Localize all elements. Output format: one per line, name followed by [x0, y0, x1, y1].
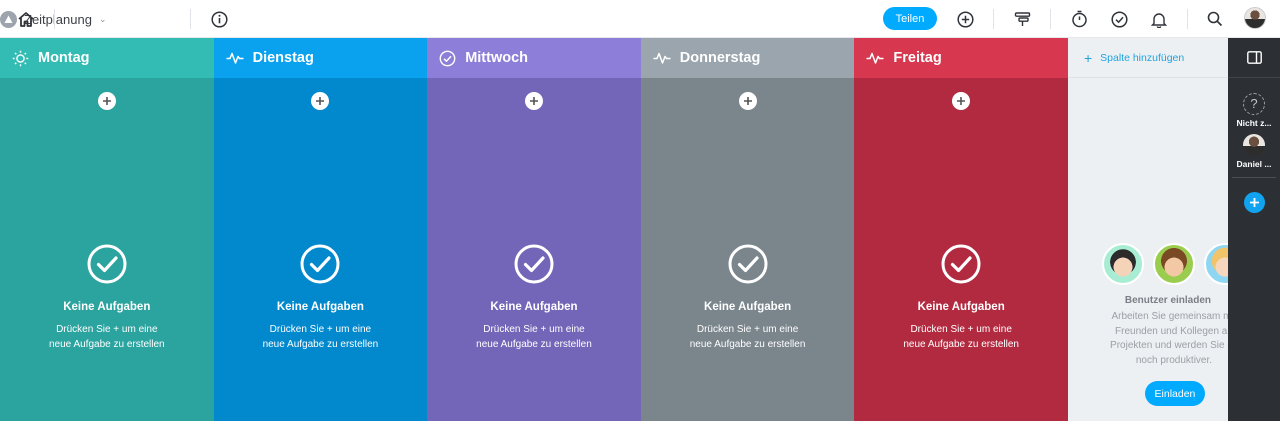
avatar: [1152, 243, 1195, 285]
sun-icon: [12, 50, 29, 66]
add-column-button[interactable]: + Spalte hinzufügen: [1067, 38, 1228, 78]
info-icon: [210, 10, 228, 28]
empty-state-title: Keine Aufgaben: [276, 301, 364, 313]
search-button[interactable]: [1204, 0, 1226, 38]
divider: [993, 9, 994, 29]
check-circle-icon: [439, 50, 456, 66]
column-header[interactable]: Dienstag: [213, 38, 428, 78]
column-title: Dienstag: [252, 50, 314, 66]
check-circle-icon: [941, 244, 981, 284]
completed-tasks-button[interactable]: [1108, 0, 1130, 38]
empty-state: Keine Aufgaben Drücken Sie + um eine neu…: [854, 244, 1068, 352]
timer-icon: [1071, 10, 1087, 28]
empty-state-description: Drücken Sie + um eine neue Aufgabe zu er…: [689, 324, 806, 350]
empty-state-title: Keine Aufgaben: [490, 301, 578, 313]
pulse-icon: [866, 52, 884, 64]
check-circle-icon: [300, 244, 340, 284]
invite-title: Benutzer einladen: [1124, 295, 1212, 306]
column-header[interactable]: Mittwoch: [427, 38, 641, 78]
add-icon: [956, 10, 974, 28]
empty-state: Keine Aufgaben Drücken Sie + um eine neu…: [0, 244, 214, 352]
check-circle-icon: [728, 244, 768, 284]
divider: [190, 9, 191, 29]
panel-toggle-icon: [1246, 51, 1262, 64]
column-title: Freitag: [893, 50, 942, 66]
user-avatar[interactable]: [1244, 7, 1266, 29]
user-name: Nicht z...: [1236, 118, 1272, 128]
invite-avatars: [1101, 243, 1228, 285]
divider: [1232, 177, 1276, 178]
sidebar-user-unassigned[interactable]: ? Nicht z...: [1228, 93, 1280, 128]
plus-icon: +: [1083, 49, 1093, 66]
check-circle-icon: [87, 244, 127, 284]
top-bar: Zeitplanung ⌄ Teilen: [0, 0, 1280, 38]
board: Montag Keine Aufgaben Drücken Sie + um e…: [0, 38, 1228, 421]
timeline-button[interactable]: [1011, 0, 1033, 38]
column-dienstag: Dienstag Keine Aufgaben Drücken Sie + um…: [213, 38, 428, 421]
pulse-icon: [653, 52, 671, 64]
check-icon: [1110, 10, 1128, 28]
add-task-button[interactable]: [952, 92, 971, 110]
column-title: Mittwoch: [465, 50, 529, 66]
check-circle-icon: [514, 244, 554, 284]
add-task-button[interactable]: [738, 92, 757, 110]
plus-icon: [743, 97, 752, 105]
column-header[interactable]: Donnerstag: [640, 38, 855, 78]
column-header[interactable]: Freitag: [854, 38, 1068, 78]
empty-state: Keine Aufgaben Drücken Sie + um eine neu…: [214, 244, 428, 352]
column-freitag: Freitag Keine Aufgaben Drücken Sie + um …: [854, 38, 1068, 421]
sidebar-toggle-button[interactable]: [1228, 38, 1280, 78]
pulse-icon: [226, 52, 244, 64]
info-button[interactable]: [208, 0, 230, 38]
sidebar-user-daniel[interactable]: Daniel ...: [1228, 134, 1280, 169]
invite-button[interactable]: Einladen: [1144, 381, 1205, 406]
plus-icon: [1250, 198, 1259, 207]
unassigned-icon: ?: [1243, 93, 1265, 115]
add-task-button[interactable]: [97, 92, 116, 110]
avatar: [1243, 134, 1265, 156]
add-task-button[interactable]: [311, 92, 330, 110]
column-mittwoch: Mittwoch Keine Aufgaben Drücken Sie + um…: [427, 38, 641, 421]
divider: [1050, 9, 1051, 29]
empty-state-description: Drücken Sie + um eine neue Aufgabe zu er…: [262, 324, 379, 350]
right-sidebar: ? Nicht z... Daniel ...: [1228, 38, 1280, 421]
divider: [54, 9, 55, 29]
empty-state-title: Keine Aufgaben: [63, 301, 151, 313]
share-button[interactable]: Teilen: [883, 7, 937, 30]
add-task-button[interactable]: [524, 92, 543, 110]
timer-button[interactable]: [1068, 0, 1090, 38]
empty-state-title: Keine Aufgaben: [917, 301, 1005, 313]
user-name: Daniel ...: [1236, 159, 1272, 169]
avatar: [1101, 243, 1144, 285]
avatar: [1203, 243, 1228, 285]
notifications-button[interactable]: [1148, 0, 1170, 38]
column-montag: Montag Keine Aufgaben Drücken Sie + um e…: [0, 38, 214, 421]
plus-icon: [957, 97, 966, 105]
add-user-button[interactable]: [1244, 192, 1265, 213]
invite-description: Arbeiten Sie gemeinsam mit Freunden und …: [1110, 311, 1228, 366]
column-donnerstag: Donnerstag Keine Aufgaben Drücken Sie + …: [640, 38, 855, 421]
bell-icon: [1151, 12, 1167, 28]
empty-state-title: Keine Aufgaben: [704, 301, 792, 313]
empty-state: Keine Aufgaben Drücken Sie + um eine neu…: [427, 244, 641, 352]
empty-state: Keine Aufgaben Drücken Sie + um eine neu…: [641, 244, 855, 352]
timeline-icon: [1014, 11, 1030, 26]
add-column-label: Spalte hinzufügen: [1100, 51, 1185, 64]
empty-state-description: Drücken Sie + um eine neue Aufgabe zu er…: [48, 324, 165, 350]
plus-icon: [316, 97, 325, 105]
search-icon: [1207, 11, 1223, 27]
column-header[interactable]: Montag: [0, 38, 214, 78]
add-column-panel: + Spalte hinzufügen Benutzer einladen Ar…: [1067, 38, 1228, 421]
plus-icon: [102, 97, 111, 105]
column-title: Montag: [38, 50, 90, 66]
empty-state-description: Drücken Sie + um eine neue Aufgabe zu er…: [476, 324, 592, 350]
home-button[interactable]: [14, 0, 38, 38]
column-title: Donnerstag: [679, 50, 761, 66]
add-task-button[interactable]: [954, 0, 976, 38]
chevron-down-icon: ⌄: [98, 13, 107, 24]
divider: [1187, 9, 1188, 29]
plus-icon: [529, 97, 538, 105]
home-icon: [18, 11, 34, 27]
empty-state-description: Drücken Sie + um eine neue Aufgabe zu er…: [903, 324, 1019, 350]
